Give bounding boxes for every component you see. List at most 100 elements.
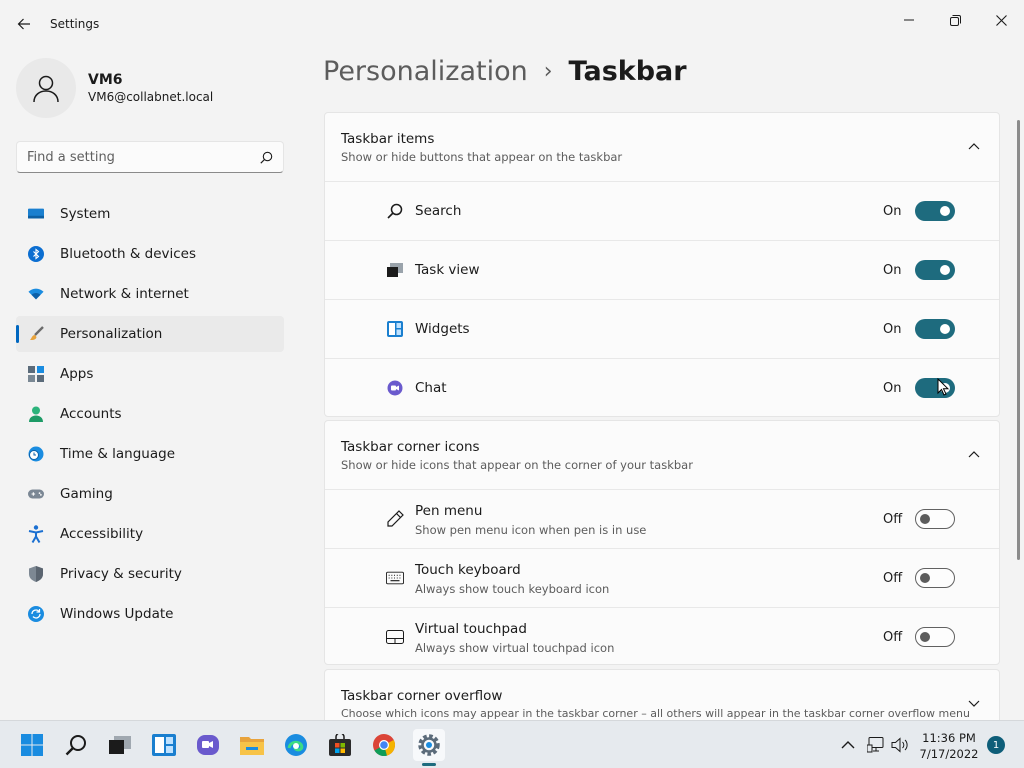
toggle-state: On: [883, 322, 902, 337]
minimize-icon: [904, 19, 914, 21]
sidebar-item-accessibility[interactable]: Accessibility: [16, 516, 284, 552]
mouse-cursor-icon: [937, 378, 949, 396]
brush-icon: [28, 326, 44, 342]
chevron-up-icon: [841, 741, 855, 749]
start-icon: [21, 734, 43, 756]
sidebar-item-accounts[interactable]: Accounts: [16, 396, 284, 432]
setting-row-widgets: Widgets On: [325, 299, 999, 358]
sidebar-item-label: System: [60, 206, 111, 222]
close-icon: [995, 14, 1007, 26]
person-icon: [28, 406, 44, 422]
taskbar-edge-button[interactable]: [280, 729, 312, 761]
start-button[interactable]: [16, 729, 48, 761]
maximize-button[interactable]: [932, 4, 978, 36]
setting-description: Show pen menu icon when pen is in use: [415, 523, 647, 537]
minimize-button[interactable]: [886, 4, 932, 36]
section-title: Taskbar corner icons: [341, 439, 480, 455]
shield-icon: [28, 566, 44, 582]
chat-toggle[interactable]: [915, 378, 955, 398]
taskbar-widgets-button[interactable]: [148, 729, 180, 761]
taskbar-settings-button[interactable]: [413, 729, 445, 761]
taskbar-chat-button[interactable]: [192, 729, 224, 761]
sidebar-item-network[interactable]: Network & internet: [16, 276, 284, 312]
clock-date: 7/17/2022: [919, 747, 979, 761]
clock-time: 11:36 PM: [922, 731, 976, 745]
scrollbar[interactable]: [1017, 120, 1020, 560]
pen-icon: [386, 510, 404, 528]
toggle-state: Off: [883, 512, 903, 527]
back-arrow-icon: [17, 18, 30, 30]
show-hidden-icons-button[interactable]: [838, 735, 858, 755]
sidebar-item-bluetooth[interactable]: Bluetooth & devices: [16, 236, 284, 272]
sidebar-item-label: Accounts: [60, 406, 122, 422]
chevron-up-icon: [967, 139, 981, 153]
toggle-state: Off: [883, 571, 903, 586]
section-subtitle: Choose which icons may appear in the tas…: [341, 707, 970, 720]
search-input[interactable]: [27, 149, 260, 165]
taskbar-file-explorer-button[interactable]: [236, 729, 268, 761]
back-button[interactable]: [12, 12, 36, 36]
gamepad-icon: [28, 486, 44, 502]
taskbar-items-header[interactable]: Taskbar items Show or hide buttons that …: [325, 113, 999, 181]
setting-row-touch-keyboard: Touch keyboard Always show touch keyboar…: [325, 548, 999, 607]
search-toggle[interactable]: [915, 201, 955, 221]
setting-description: Always show virtual touchpad icon: [415, 641, 615, 655]
sidebar-item-label: Gaming: [60, 486, 113, 502]
virtual-touchpad-toggle[interactable]: [915, 627, 955, 647]
taskbar-clock[interactable]: 11:36 PM 7/17/2022: [914, 730, 984, 762]
sidebar-item-label: Accessibility: [60, 526, 144, 542]
section-title: Taskbar items: [341, 131, 435, 147]
setting-label: Pen menu: [415, 503, 483, 519]
title-bar: Settings: [0, 0, 1024, 48]
sidebar-item-privacy-security[interactable]: Privacy & security: [16, 556, 284, 592]
avatar: [16, 58, 76, 118]
chevron-down-icon: [967, 696, 981, 710]
chevron-up-icon: [967, 447, 981, 461]
sidebar-item-windows-update[interactable]: Windows Update: [16, 596, 284, 632]
widgets-toggle[interactable]: [915, 319, 955, 339]
profile-name: VM6: [88, 72, 123, 88]
sidebar-item-apps[interactable]: Apps: [16, 356, 284, 392]
section-subtitle: Show or hide buttons that appear on the …: [341, 150, 623, 164]
sidebar-item-label: Apps: [60, 366, 94, 382]
sidebar-item-system[interactable]: System: [16, 196, 284, 232]
task-view-toggle[interactable]: [915, 260, 955, 280]
widgets-icon: [386, 320, 404, 338]
corner-icons-header[interactable]: Taskbar corner icons Show or hide icons …: [325, 421, 999, 489]
sidebar-item-time-language[interactable]: Time & language: [16, 436, 284, 472]
taskbar-search-button[interactable]: [60, 729, 92, 761]
wifi-icon: [28, 286, 44, 302]
toggle-state: On: [883, 381, 902, 396]
monitor-icon: [28, 206, 44, 222]
taskbar: 11:36 PM 7/17/2022 1: [0, 720, 1024, 768]
network-status-button[interactable]: [866, 735, 886, 755]
speaker-icon: [891, 737, 908, 753]
restore-icon: [949, 14, 961, 26]
sidebar-item-personalization[interactable]: Personalization: [16, 316, 284, 352]
widgets-icon: [152, 734, 176, 756]
section-title: Taskbar corner overflow: [341, 688, 503, 704]
breadcrumb-parent-link[interactable]: Personalization: [323, 56, 528, 87]
pen-menu-toggle[interactable]: [915, 509, 955, 529]
setting-label: Widgets: [415, 321, 470, 337]
taskbar-store-button[interactable]: [324, 729, 356, 761]
page-title: Taskbar: [568, 56, 687, 87]
close-button[interactable]: [978, 4, 1024, 36]
chat-icon: [197, 735, 219, 755]
sidebar-item-label: Windows Update: [60, 606, 174, 622]
taskbar-chrome-button[interactable]: [368, 729, 400, 761]
setting-description: Always show touch keyboard icon: [415, 582, 610, 596]
setting-row-chat: Chat On: [325, 358, 999, 417]
volume-button[interactable]: [890, 735, 910, 755]
taskbar-items-panel: Taskbar items Show or hide buttons that …: [324, 112, 1000, 417]
corner-overflow-header[interactable]: Taskbar corner overflow Choose which ico…: [325, 670, 999, 720]
taskbar-task-view-button[interactable]: [104, 729, 136, 761]
breadcrumb-separator: ›: [543, 59, 553, 84]
touch-keyboard-toggle[interactable]: [915, 568, 955, 588]
task-view-icon: [109, 736, 131, 754]
file-explorer-icon: [240, 737, 264, 755]
sidebar-item-label: Privacy & security: [60, 566, 182, 582]
notification-badge[interactable]: 1: [987, 736, 1005, 754]
user-profile[interactable]: VM6 VM6@collabnet.local: [16, 58, 213, 118]
sidebar-item-gaming[interactable]: Gaming: [16, 476, 284, 512]
